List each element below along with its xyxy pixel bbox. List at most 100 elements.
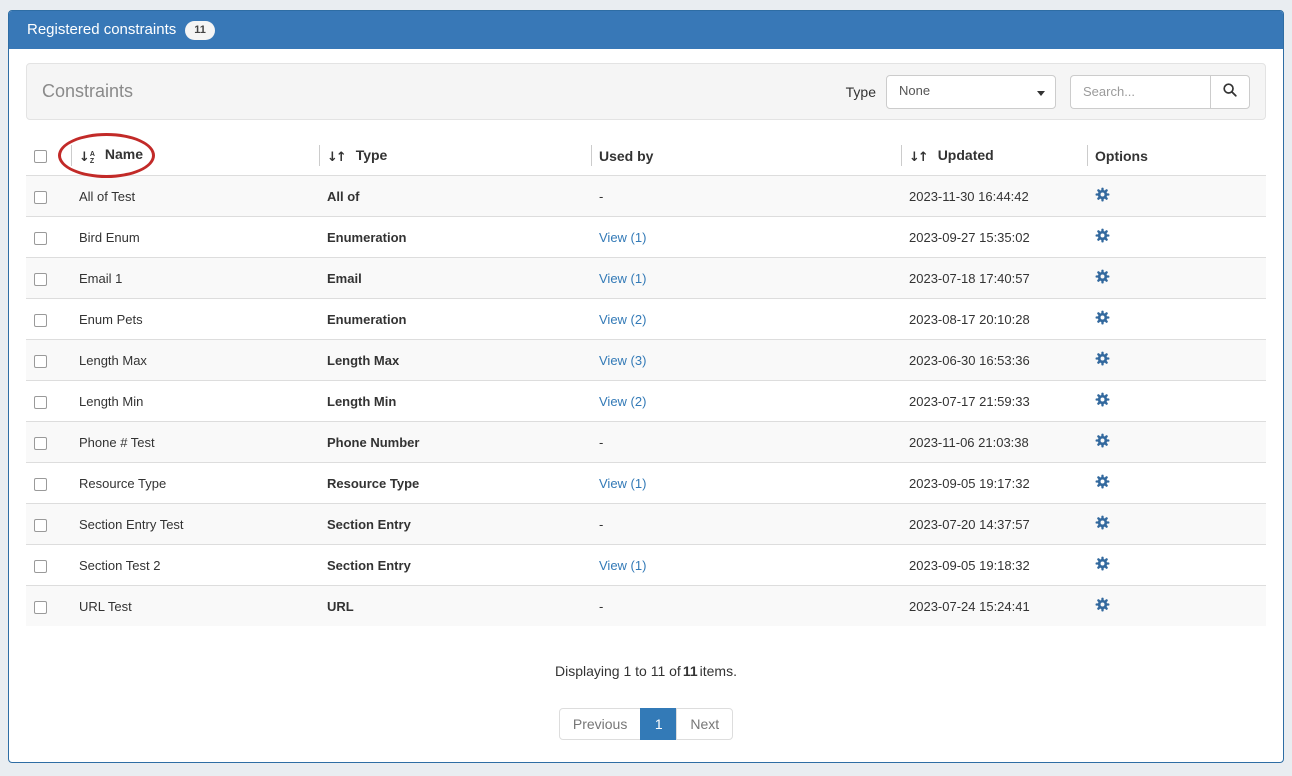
gear-icon: [1095, 477, 1110, 492]
row-updated: 2023-09-05 19:18:32: [901, 545, 1087, 586]
options-button[interactable]: [1095, 474, 1110, 489]
row-type: Enumeration: [319, 217, 591, 258]
view-used-by-link[interactable]: View (2): [599, 394, 646, 409]
row-options: [1087, 586, 1266, 627]
options-button[interactable]: [1095, 515, 1110, 530]
row-type: URL: [319, 586, 591, 627]
constraints-table: ↓ A Z Name ↓↑ Type Used by: [26, 136, 1266, 626]
table-row: Bird Enum Enumeration View (1) 2023-09-2…: [26, 217, 1266, 258]
pagination-next[interactable]: Next: [677, 708, 733, 740]
options-button[interactable]: [1095, 269, 1110, 284]
row-used-by: View (1): [591, 258, 901, 299]
options-button[interactable]: [1095, 433, 1110, 448]
row-checkbox-cell: [26, 381, 71, 422]
row-checkbox[interactable]: [34, 396, 47, 409]
row-type: Enumeration: [319, 299, 591, 340]
row-updated: 2023-07-24 15:24:41: [901, 586, 1087, 627]
row-checkbox[interactable]: [34, 437, 47, 450]
row-used-by: View (2): [591, 299, 901, 340]
type-select-value: None: [899, 83, 930, 98]
search-input[interactable]: [1070, 75, 1210, 109]
row-checkbox[interactable]: [34, 519, 47, 532]
gear-icon: [1095, 518, 1110, 533]
table-row: Email 1 Email View (1) 2023-07-18 17:40:…: [26, 258, 1266, 299]
search-icon: [1222, 82, 1238, 101]
row-used-by: -: [591, 586, 901, 627]
search-button[interactable]: [1210, 75, 1250, 109]
paging-summary: Displaying 1 to 11 of11items.: [26, 663, 1266, 679]
view-used-by-link[interactable]: View (2): [599, 312, 646, 327]
row-checkbox[interactable]: [34, 273, 47, 286]
row-options: [1087, 217, 1266, 258]
row-name: All of Test: [71, 176, 319, 217]
sort-alpha-asc-icon: ↓ A Z: [79, 150, 95, 165]
row-used-by: -: [591, 176, 901, 217]
column-header-updated[interactable]: ↓↑ Updated: [901, 136, 1087, 176]
row-name: Email 1: [71, 258, 319, 299]
row-checkbox[interactable]: [34, 191, 47, 204]
options-button[interactable]: [1095, 597, 1110, 612]
gear-icon: [1095, 190, 1110, 205]
view-used-by-link[interactable]: View (3): [599, 353, 646, 368]
table-row: Enum Pets Enumeration View (2) 2023-08-1…: [26, 299, 1266, 340]
table-row: Length Max Length Max View (3) 2023-06-3…: [26, 340, 1266, 381]
row-checkbox-cell: [26, 586, 71, 627]
sort-icon: ↓↑: [909, 150, 927, 165]
view-used-by-link[interactable]: View (1): [599, 271, 646, 286]
table-toolbar: Constraints Type None: [26, 63, 1266, 120]
row-type: Length Max: [319, 340, 591, 381]
table-row: Section Entry Test Section Entry - 2023-…: [26, 504, 1266, 545]
table-row: Length Min Length Min View (2) 2023-07-1…: [26, 381, 1266, 422]
row-updated: 2023-07-17 21:59:33: [901, 381, 1087, 422]
options-button[interactable]: [1095, 310, 1110, 325]
row-checkbox-cell: [26, 463, 71, 504]
view-used-by-link[interactable]: View (1): [599, 476, 646, 491]
row-name: Phone # Test: [71, 422, 319, 463]
row-checkbox[interactable]: [34, 601, 47, 614]
options-button[interactable]: [1095, 187, 1110, 202]
table-row: Section Test 2 Section Entry View (1) 20…: [26, 545, 1266, 586]
row-type: Resource Type: [319, 463, 591, 504]
row-checkbox[interactable]: [34, 478, 47, 491]
options-button[interactable]: [1095, 228, 1110, 243]
panel-title: Registered constraints: [27, 11, 176, 49]
column-header-name[interactable]: ↓ A Z Name: [71, 136, 319, 176]
row-options: [1087, 504, 1266, 545]
row-checkbox-cell: [26, 340, 71, 381]
gear-icon: [1095, 395, 1110, 410]
row-name: URL Test: [71, 586, 319, 627]
type-select[interactable]: None: [886, 75, 1056, 109]
column-label-options: Options: [1095, 148, 1148, 164]
column-label-updated: Updated: [938, 147, 994, 163]
header-select-all-cell: [26, 136, 71, 176]
select-all-checkbox[interactable]: [34, 150, 47, 163]
row-updated: 2023-06-30 16:53:36: [901, 340, 1087, 381]
pagination-page-1[interactable]: 1: [641, 708, 677, 740]
row-options: [1087, 340, 1266, 381]
view-used-by-link[interactable]: View (1): [599, 230, 646, 245]
toolbar-title: Constraints: [42, 81, 133, 102]
row-type: Section Entry: [319, 545, 591, 586]
row-options: [1087, 422, 1266, 463]
row-checkbox[interactable]: [34, 355, 47, 368]
column-label-type: Type: [356, 147, 388, 163]
column-header-type[interactable]: ↓↑ Type: [319, 136, 591, 176]
row-name: Enum Pets: [71, 299, 319, 340]
row-updated: 2023-11-30 16:44:42: [901, 176, 1087, 217]
row-used-by: View (1): [591, 217, 901, 258]
row-checkbox[interactable]: [34, 232, 47, 245]
gear-icon: [1095, 313, 1110, 328]
row-checkbox[interactable]: [34, 314, 47, 327]
pagination-previous[interactable]: Previous: [559, 708, 641, 740]
options-button[interactable]: [1095, 556, 1110, 571]
row-options: [1087, 381, 1266, 422]
row-name: Length Max: [71, 340, 319, 381]
gear-icon: [1095, 600, 1110, 615]
row-type: Length Min: [319, 381, 591, 422]
column-header-used-by: Used by: [591, 136, 901, 176]
row-checkbox[interactable]: [34, 560, 47, 573]
view-used-by-link[interactable]: View (1): [599, 558, 646, 573]
row-type: Section Entry: [319, 504, 591, 545]
options-button[interactable]: [1095, 392, 1110, 407]
options-button[interactable]: [1095, 351, 1110, 366]
